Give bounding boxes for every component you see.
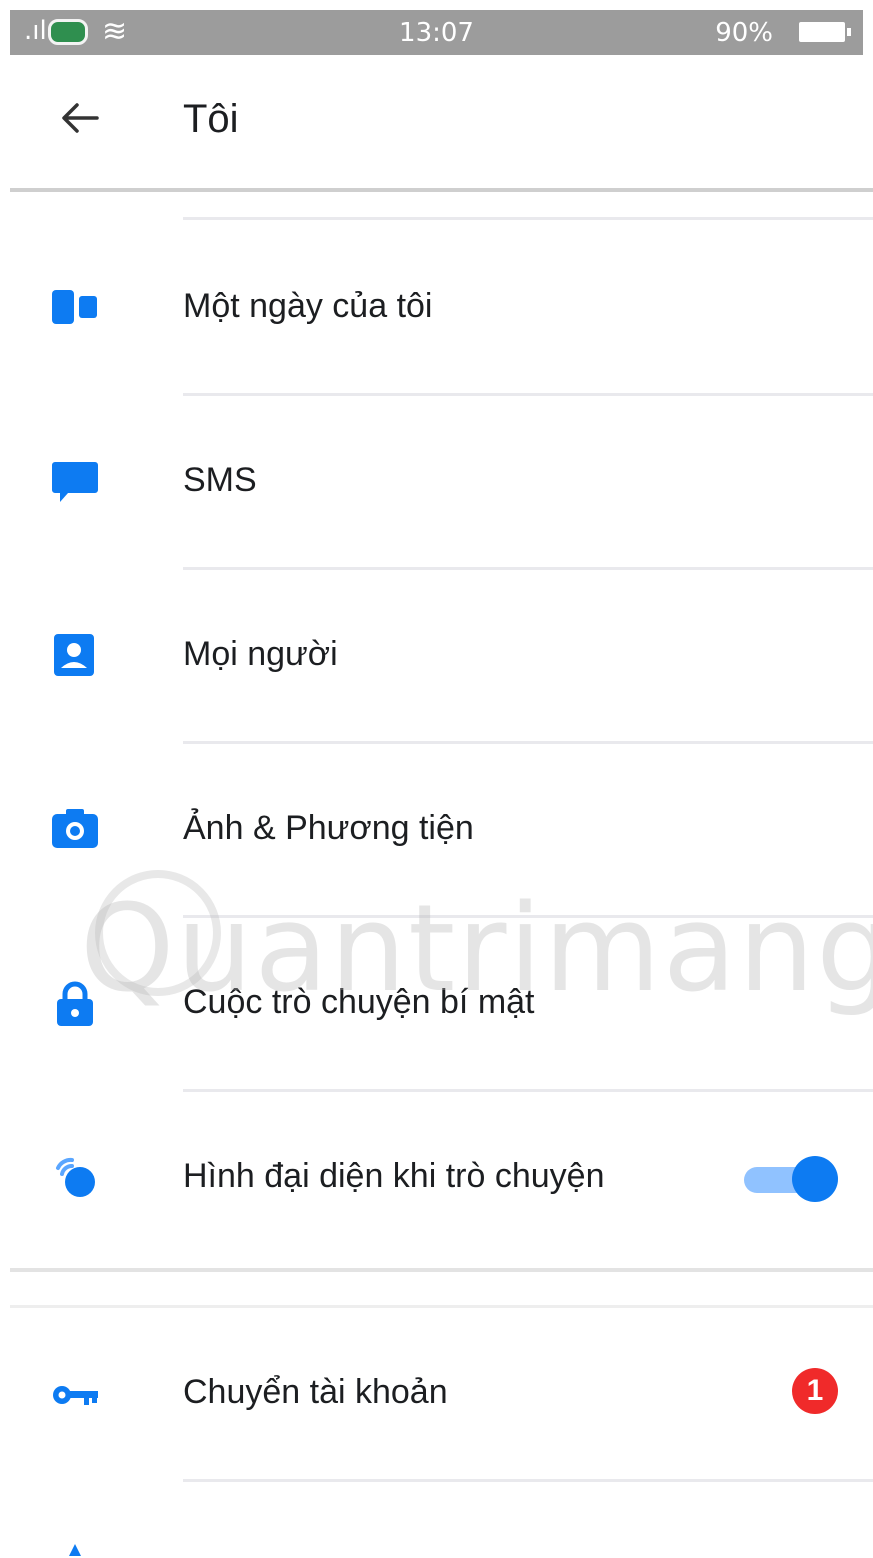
menu-item-chat-heads[interactable]: Hình đại diện khi trò chuyện bbox=[0, 1092, 873, 1262]
battery-icon bbox=[799, 22, 851, 42]
section-divider bbox=[10, 1268, 873, 1272]
watermark-bulb-icon bbox=[95, 870, 221, 996]
camera-icon bbox=[52, 809, 98, 848]
partial-row-icon bbox=[69, 1544, 81, 1556]
key-icon bbox=[53, 1386, 98, 1405]
menu-item-partial[interactable] bbox=[0, 1482, 873, 1558]
chat-heads-toggle[interactable] bbox=[744, 1156, 838, 1204]
menu-item-label: Chuyển tài khoản bbox=[183, 1373, 448, 1411]
menu-item-switch-account[interactable]: Chuyển tài khoản 1 bbox=[0, 1308, 873, 1478]
status-bar: .ıl ≋ 13:07 90% bbox=[10, 10, 863, 55]
battery-percent: 90% bbox=[715, 18, 773, 48]
menu-item-label: SMS bbox=[183, 461, 257, 499]
menu-item-label: Một ngày của tôi bbox=[183, 287, 433, 325]
toggle-knob bbox=[792, 1156, 838, 1202]
menu-item-label: Hình đại diện khi trò chuyện bbox=[183, 1157, 605, 1195]
header-divider bbox=[10, 188, 873, 192]
notification-badge: 1 bbox=[792, 1368, 838, 1414]
contact-card-icon bbox=[54, 634, 94, 676]
page-title: Tôi bbox=[183, 97, 239, 141]
menu-item-label: Cuộc trò chuyện bí mật bbox=[183, 983, 535, 1021]
menu-item-people[interactable]: Mọi người bbox=[0, 570, 873, 740]
menu-item-my-day[interactable]: Một ngày của tôi bbox=[0, 222, 873, 392]
menu-item-label: Ảnh & Phương tiện bbox=[183, 809, 474, 847]
app-header: Tôi bbox=[0, 55, 873, 190]
menu-item-label: Mọi người bbox=[183, 635, 338, 673]
lock-icon bbox=[57, 981, 93, 1026]
divider bbox=[183, 217, 873, 220]
sms-bubble-icon bbox=[52, 462, 98, 502]
menu-item-sms[interactable]: SMS bbox=[0, 396, 873, 566]
my-day-icon bbox=[52, 290, 97, 324]
back-arrow-icon[interactable] bbox=[55, 93, 105, 143]
chat-heads-icon bbox=[56, 1157, 95, 1197]
